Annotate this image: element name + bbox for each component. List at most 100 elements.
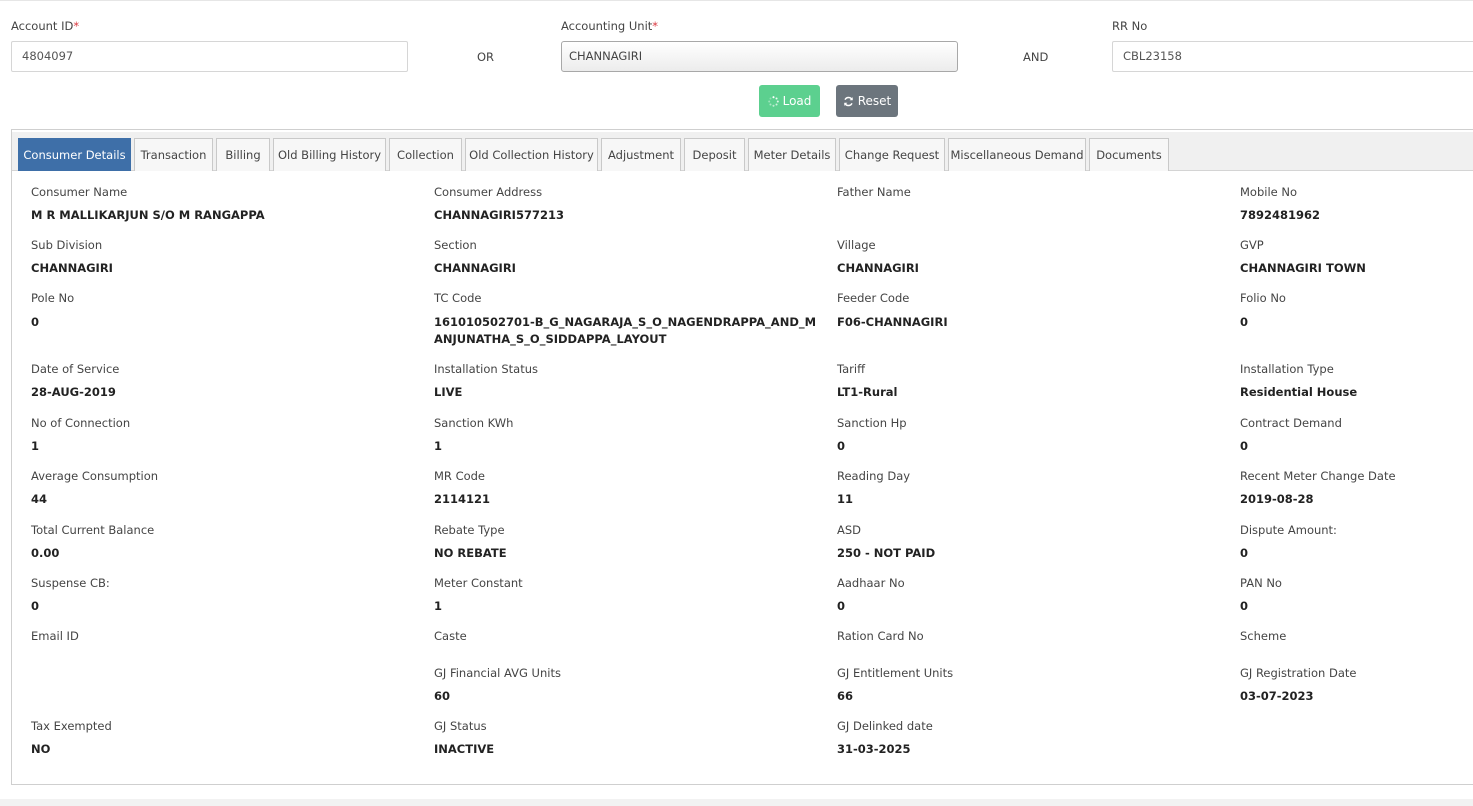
tab-consumer-details[interactable]: Consumer Details — [18, 138, 131, 171]
consumer-name-label: Consumer Name — [31, 185, 128, 199]
account-id-label: Account ID* — [11, 19, 80, 33]
feeder-code-value: F06-CHANNAGIRI — [837, 315, 948, 329]
no-of-connection-value: 1 — [31, 439, 40, 453]
ration-card-no-label: Ration Card No — [837, 629, 924, 643]
account-id-input[interactable]: 4804097 — [11, 41, 408, 72]
aadhaar-no-value: 0 — [837, 599, 846, 613]
gj-registration-date-value: 03-07-2023 — [1240, 689, 1314, 703]
gj-registration-date-label: GJ Registration Date — [1240, 666, 1357, 680]
gj-delinked-date-value: 31-03-2025 — [837, 742, 911, 756]
installation-type-value: Residential House — [1240, 385, 1358, 399]
rr-no-input[interactable]: CBL23158 — [1112, 41, 1473, 72]
tab-collection[interactable]: Collection — [389, 138, 462, 171]
consumer-panel: Consumer Details Transaction Billing Old… — [11, 129, 1473, 785]
gj-financial-avg-units-value: 60 — [434, 689, 451, 703]
meter-constant-label: Meter Constant — [434, 576, 523, 590]
pole-no-label: Pole No — [31, 291, 75, 305]
spinner-icon — [767, 95, 779, 107]
total-current-balance-value: 0.00 — [31, 546, 60, 560]
footer-strip — [0, 799, 1473, 806]
folio-no-label: Folio No — [1240, 291, 1286, 305]
scheme-label: Scheme — [1240, 629, 1287, 643]
rebate-type-value: NO REBATE — [434, 546, 507, 560]
gj-delinked-date-label: GJ Delinked date — [837, 719, 933, 733]
tab-miscellaneous-demand[interactable]: Miscellaneous Demand — [948, 138, 1086, 171]
consumer-address-value: CHANNAGIRI577213 — [434, 208, 564, 222]
feeder-code-label: Feeder Code — [837, 291, 910, 305]
reading-day-label: Reading Day — [837, 469, 911, 483]
tax-exempted-value: NO — [31, 742, 51, 756]
tab-old-billing-history[interactable]: Old Billing History — [273, 138, 386, 171]
mr-code-value: 2114121 — [434, 492, 491, 506]
tab-meter-details[interactable]: Meter Details — [748, 138, 836, 171]
tab-transaction[interactable]: Transaction — [134, 138, 213, 171]
tc-code-label: TC Code — [434, 291, 482, 305]
dispute-amount-label: Dispute Amount: — [1240, 523, 1337, 537]
asd-label: ASD — [837, 523, 862, 537]
pan-no-value: 0 — [1240, 599, 1249, 613]
folio-no-value: 0 — [1240, 315, 1249, 329]
mobile-no-label: Mobile No — [1240, 185, 1298, 199]
contract-demand-label: Contract Demand — [1240, 416, 1342, 430]
recent-meter-change-date-value: 2019-08-28 — [1240, 492, 1314, 506]
suspense-cb-value: 0 — [31, 599, 40, 613]
tab-billing[interactable]: Billing — [216, 138, 270, 171]
tab-adjustment[interactable]: Adjustment — [601, 138, 681, 171]
village-label: Village — [837, 238, 876, 252]
village-value: CHANNAGIRI — [837, 261, 919, 275]
asd-value: 250 - NOT PAID — [837, 546, 936, 560]
sanction-hp-label: Sanction Hp — [837, 416, 907, 430]
rebate-type-label: Rebate Type — [434, 523, 505, 537]
gj-status-label: GJ Status — [434, 719, 487, 733]
gj-entitlement-units-label: GJ Entitlement Units — [837, 666, 954, 680]
sub-division-label: Sub Division — [31, 238, 103, 252]
reading-day-value: 11 — [837, 492, 854, 506]
gvp-label: GVP — [1240, 238, 1264, 252]
mobile-no-value: 7892481962 — [1240, 208, 1321, 222]
sub-division-value: CHANNAGIRI — [31, 261, 113, 275]
top-divider — [0, 0, 1473, 1]
tab-old-collection-history[interactable]: Old Collection History — [465, 138, 598, 171]
section-value: CHANNAGIRI — [434, 261, 516, 275]
sanction-hp-value: 0 — [837, 439, 846, 453]
no-of-connection-label: No of Connection — [31, 416, 131, 430]
load-button-label: Load — [782, 94, 812, 108]
consumer-name-value: M R MALLIKARJUN S/O M RANGAPPA — [31, 208, 265, 222]
father-name-label: Father Name — [837, 185, 911, 199]
reset-button[interactable]: Reset — [836, 85, 898, 117]
installation-type-label: Installation Type — [1240, 362, 1334, 376]
and-separator: AND — [1023, 50, 1049, 64]
email-id-label: Email ID — [31, 629, 79, 643]
tariff-label: Tariff — [837, 362, 866, 376]
gj-entitlement-units-value: 66 — [837, 689, 854, 703]
accounting-unit-select[interactable]: CHANNAGIRI — [561, 41, 958, 72]
recent-meter-change-date-label: Recent Meter Change Date — [1240, 469, 1396, 483]
installation-status-value: LIVE — [434, 385, 463, 399]
gj-financial-avg-units-label: GJ Financial AVG Units — [434, 666, 561, 680]
tab-deposit[interactable]: Deposit — [684, 138, 745, 171]
pan-no-label: PAN No — [1240, 576, 1282, 590]
date-of-service-value: 28-AUG-2019 — [31, 385, 116, 399]
section-label: Section — [434, 238, 477, 252]
tariff-value: LT1-Rural — [837, 385, 898, 399]
accounting-unit-label: Accounting Unit* — [561, 19, 659, 33]
tax-exempted-label: Tax Exempted — [31, 719, 112, 733]
suspense-cb-label: Suspense CB: — [31, 576, 110, 590]
average-consumption-label: Average Consumption — [31, 469, 159, 483]
rr-no-label: RR No — [1112, 19, 1148, 33]
load-button[interactable]: Load — [759, 85, 820, 117]
tab-documents[interactable]: Documents — [1089, 138, 1169, 171]
sanction-kwh-label: Sanction KWh — [434, 416, 514, 430]
total-current-balance-label: Total Current Balance — [31, 523, 155, 537]
tab-bar: Consumer Details Transaction Billing Old… — [12, 132, 1473, 171]
pole-no-value: 0 — [31, 315, 40, 329]
date-of-service-label: Date of Service — [31, 362, 120, 376]
consumer-address-label: Consumer Address — [434, 185, 543, 199]
gj-status-value: INACTIVE — [434, 742, 495, 756]
or-separator: OR — [477, 50, 495, 64]
tab-change-request[interactable]: Change Request — [839, 138, 945, 171]
tc-code-value: 161010502701-B_G_NAGARAJA_S_O_NAGENDRAPP… — [434, 315, 817, 346]
refresh-icon — [843, 96, 853, 106]
installation-status-label: Installation Status — [434, 362, 538, 376]
aadhaar-no-label: Aadhaar No — [837, 576, 905, 590]
